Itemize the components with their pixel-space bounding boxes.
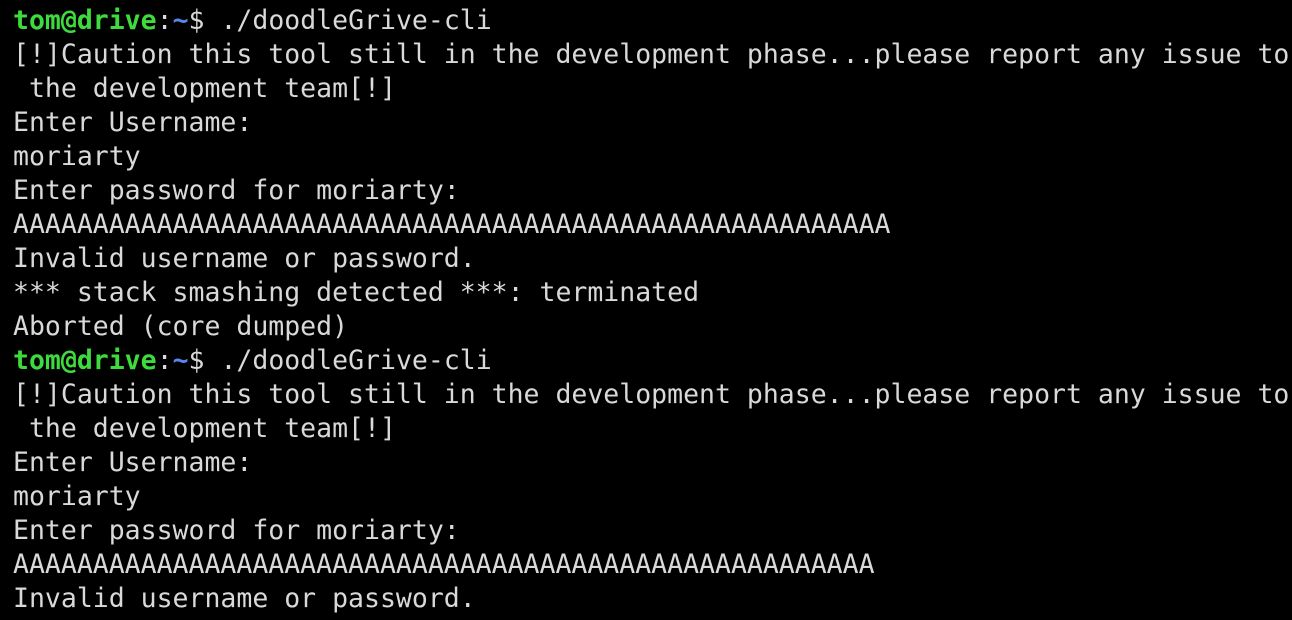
- prompt-cwd: ~: [172, 5, 189, 36]
- prompt-colon: :: [156, 5, 173, 36]
- prompt-user-host: tom@drive: [13, 345, 157, 376]
- output-line: Enter Username:: [13, 107, 253, 138]
- prompt-cwd: ~: [172, 345, 189, 376]
- prompt-sign: $: [188, 5, 221, 36]
- prompt-user-host: tom@drive: [13, 5, 157, 36]
- output-line: Aborted (core dumped): [13, 311, 349, 342]
- output-line: Enter password for moriarty:: [13, 515, 460, 546]
- output-line: the development team[!]: [13, 73, 396, 104]
- command-text: ./doodleGrive-cli: [220, 5, 492, 36]
- prompt-line: tom@drive:~$ ./doodleGrive-cli: [13, 4, 1292, 38]
- prompt-colon: :: [156, 345, 173, 376]
- prompt-sign: $: [188, 345, 221, 376]
- output-line: moriarty: [13, 481, 141, 512]
- prompt-line: tom@drive:~$ ./doodleGrive-cli: [13, 344, 1292, 378]
- output-line: [!]Caution this tool still in the develo…: [13, 379, 1290, 410]
- output-line: *** stack smashing detected ***: termina…: [13, 277, 700, 308]
- terminal-window[interactable]: tom@drive:~$ ./doodleGrive-cli [!]Cautio…: [0, 0, 1292, 620]
- output-line: Enter password for moriarty:: [13, 175, 460, 206]
- command-text: ./doodleGrive-cli: [220, 345, 492, 376]
- output-line: the development team[!]: [13, 413, 396, 444]
- output-line: Enter Username:: [13, 447, 253, 478]
- output-line: Invalid username or password.: [13, 243, 476, 274]
- output-line: Invalid username or password.: [13, 583, 476, 614]
- output-line: [!]Caution this tool still in the develo…: [13, 39, 1290, 70]
- output-line: moriarty: [13, 141, 141, 172]
- output-line: AAAAAAAAAAAAAAAAAAAAAAAAAAAAAAAAAAAAAAAA…: [13, 209, 891, 240]
- output-line: AAAAAAAAAAAAAAAAAAAAAAAAAAAAAAAAAAAAAAAA…: [13, 549, 875, 580]
